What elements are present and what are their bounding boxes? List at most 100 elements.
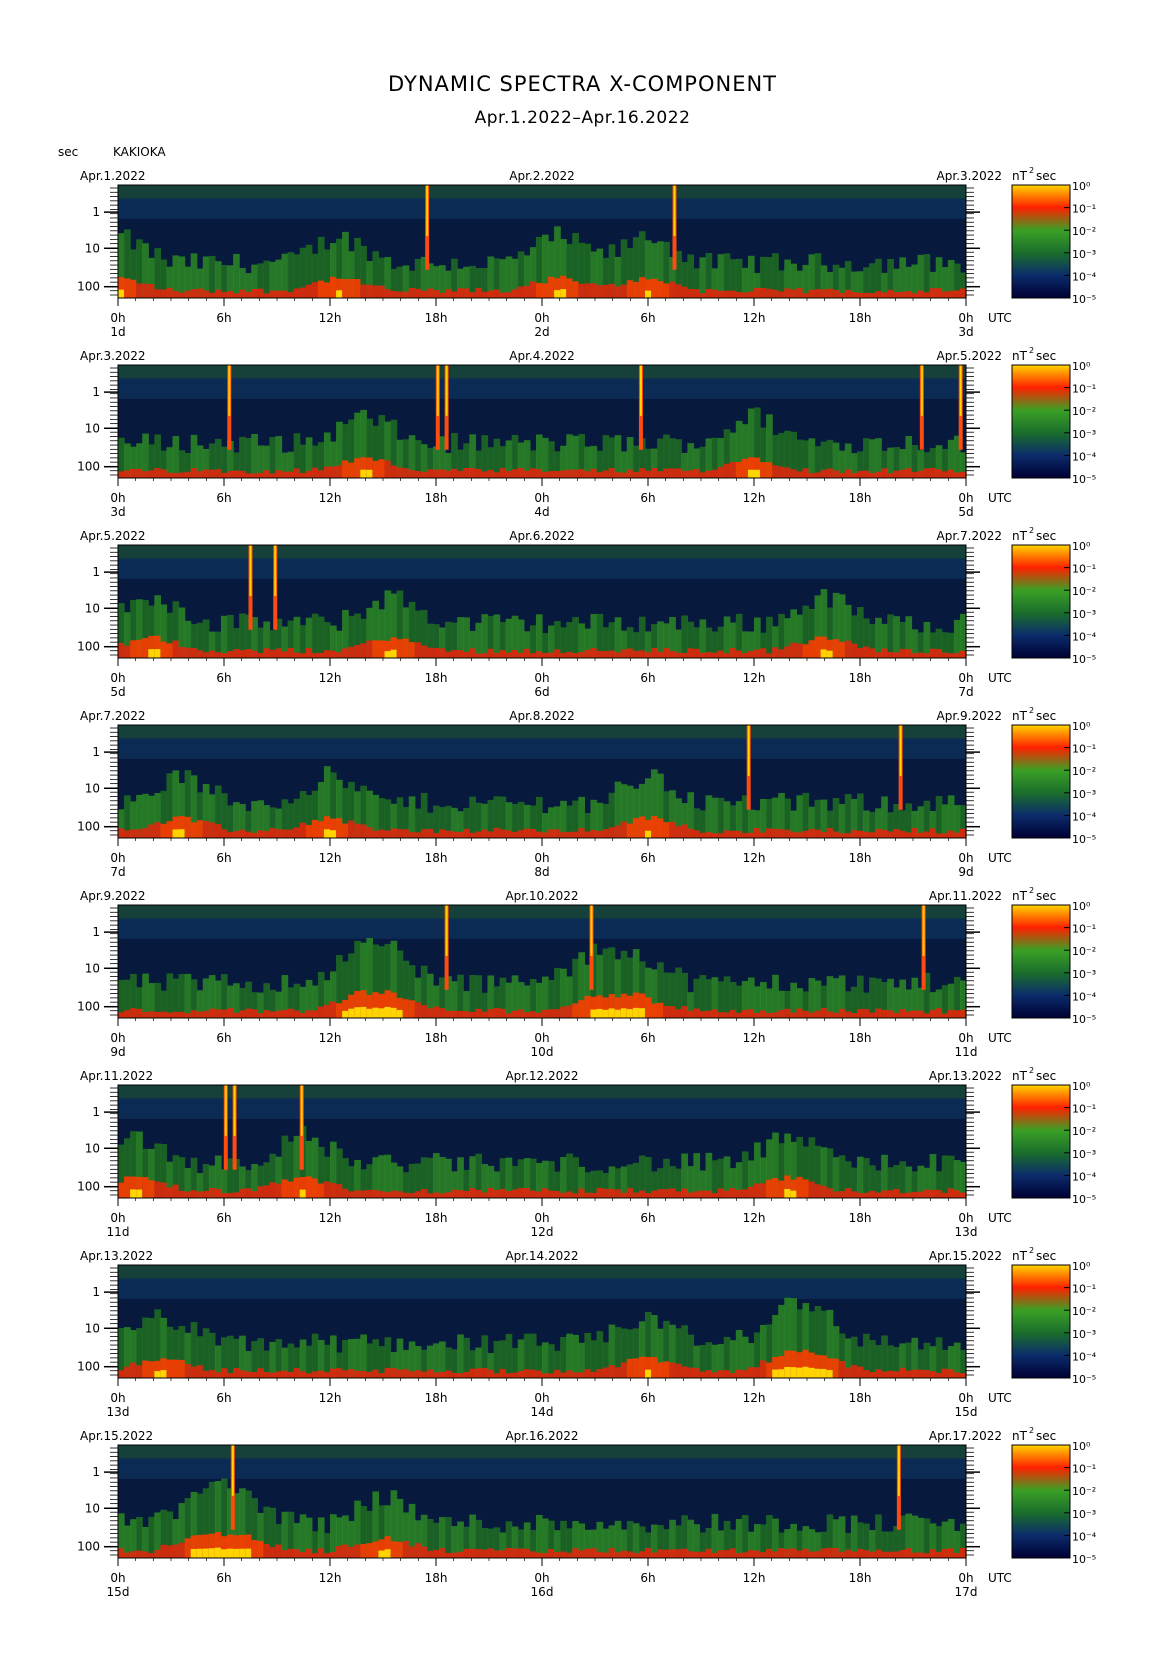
day-label: 8d [534, 865, 549, 879]
spectral-power [457, 1190, 464, 1198]
spectral-power [166, 1359, 174, 1378]
day-label: 3d [958, 325, 973, 339]
spectral-column [699, 257, 707, 298]
spike-event-core [274, 545, 277, 596]
spectral-power [348, 820, 355, 838]
spectral-power [523, 648, 531, 658]
spectral-power [863, 470, 870, 478]
spectral-power [208, 650, 216, 658]
spectral-power [439, 1008, 446, 1018]
spectral-power [469, 648, 476, 658]
spectral-power [511, 831, 519, 838]
spectral-power [251, 1191, 258, 1198]
spectral-peak [826, 650, 834, 658]
spectral-power [542, 832, 549, 838]
spectral-power [681, 1548, 688, 1558]
spectral-power [947, 290, 955, 298]
spectral-power [124, 1552, 131, 1558]
y-tick-label: 100 [77, 820, 100, 834]
y-tick-label: 10 [85, 241, 100, 255]
spectral-power [354, 1370, 361, 1378]
spectral-power [317, 1370, 325, 1378]
spectral-power [675, 826, 682, 838]
x-tick-label: 18h [425, 1211, 448, 1225]
spectral-power [717, 466, 725, 478]
spectral-power [542, 1009, 549, 1018]
spectral-power [953, 1372, 961, 1378]
x-tick-label: 12h [319, 671, 342, 685]
spectral-power [917, 1010, 925, 1018]
spectral-power [360, 1370, 367, 1378]
spectral-peak [790, 1367, 797, 1378]
spectral-power [408, 832, 416, 838]
spectral-power [251, 1540, 258, 1558]
spectral-power [699, 1371, 707, 1378]
spectral-power [390, 1368, 398, 1378]
spectral-power [651, 1190, 658, 1198]
spectral-power [747, 1186, 755, 1198]
colorbar-tick-label: 10⁻² [1072, 405, 1096, 418]
spectral-power [511, 469, 519, 478]
colorbar-unit-label: nT [1012, 709, 1028, 723]
x-tick-label: 12h [319, 1031, 342, 1045]
spectral-power [844, 640, 852, 658]
spectral-power [911, 1552, 919, 1558]
spectral-power [293, 1549, 301, 1558]
spectral-power [305, 1373, 313, 1378]
spectral-power [832, 470, 840, 478]
spectral-column [317, 616, 325, 658]
y-tick-label: 1 [92, 1105, 100, 1119]
spectral-power [850, 1191, 858, 1198]
spectral-power [130, 1008, 137, 1018]
spectral-power [875, 1549, 882, 1558]
spectral-power [705, 470, 713, 478]
spectral-power [390, 465, 398, 478]
spectral-power [808, 1181, 816, 1198]
spectral-power [741, 653, 749, 658]
spectral-peak [366, 469, 373, 478]
spectral-power [348, 279, 355, 298]
spectral-power [535, 1552, 543, 1558]
spectral-power [869, 832, 876, 838]
spectral-power [905, 1192, 913, 1198]
noise-band [118, 1458, 966, 1479]
spectral-power [263, 1010, 271, 1018]
y-tick-label: 1 [92, 1285, 100, 1299]
spectral-power [511, 1189, 519, 1198]
spectral-power [754, 828, 761, 838]
spectral-power [529, 1011, 537, 1018]
spectral-column [844, 794, 852, 838]
x-tick-label: 6h [640, 1571, 655, 1585]
spectral-power [354, 278, 361, 298]
spectral-power [766, 1179, 773, 1198]
spectral-power [923, 1370, 931, 1378]
spectral-power [548, 829, 555, 838]
spectral-power [118, 471, 125, 478]
spectral-power [838, 1191, 846, 1198]
spectral-power [590, 829, 598, 838]
spectral-power [663, 1189, 670, 1198]
spectral-power [124, 1010, 131, 1018]
spectral-power [614, 1552, 622, 1558]
spectral-power [372, 1541, 380, 1558]
spike-event-core [224, 1085, 227, 1136]
spectral-power [875, 829, 882, 838]
spectral-column [305, 1345, 313, 1378]
spectral-power [402, 638, 410, 658]
spectral-peak [796, 1367, 804, 1378]
spectral-power [214, 1009, 222, 1018]
spectral-power [220, 1368, 228, 1378]
colorbar [1011, 904, 1071, 1019]
spectral-peak [172, 829, 180, 838]
spectral-power [729, 1009, 737, 1018]
spectral-column [142, 973, 149, 1018]
spectral-power [802, 468, 810, 478]
spectral-column [644, 1157, 652, 1198]
spectral-power [257, 1186, 264, 1198]
spectral-power [675, 652, 682, 658]
spectral-power [299, 287, 307, 298]
spectral-power [463, 468, 470, 478]
spectral-power [856, 292, 864, 298]
spectral-power [875, 291, 882, 298]
spectral-power [766, 288, 773, 298]
